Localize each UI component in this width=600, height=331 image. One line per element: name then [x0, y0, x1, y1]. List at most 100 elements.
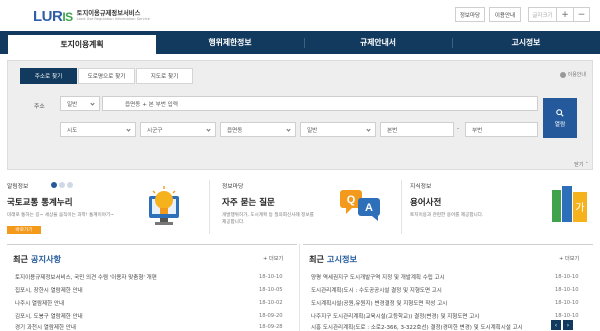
prev-arrow-icon[interactable]: ‹	[551, 320, 561, 330]
ri-select[interactable]: 일반	[300, 122, 376, 137]
card-divider	[401, 180, 402, 234]
notices-more-link[interactable]: + 더보기	[263, 255, 283, 262]
card-description: 미래로 통하는 길~ 세상을 움직이는 과학! 통계이야기~	[7, 213, 115, 218]
announcements-more-link[interactable]: + 더보기	[559, 255, 579, 262]
card-headline[interactable]: 국토교통 통계누리	[7, 196, 73, 208]
sigungu-select[interactable]: 시군구	[140, 122, 216, 137]
logo-wordmark: LURIS	[33, 7, 73, 25]
chevron-down-icon	[126, 127, 131, 132]
notice-row[interactable]: 나주시 열람제한 안내 18-10-02	[15, 298, 291, 308]
tab-land-use-plan[interactable]: 토지이용계획	[8, 33, 156, 54]
carousel-dot[interactable]	[59, 182, 65, 188]
card-description-line-1: 개발행위허가, 도시계획 등 질의회신사례 정보를	[222, 213, 314, 218]
address-input[interactable]: 읍면동 + 본 부번 입력	[102, 96, 538, 111]
info-cards: 알림정보 국토교통 통계누리 미래로 통하는 길~ 세상을 움직이는 과학! 통…	[7, 176, 593, 236]
chevron-down-icon	[286, 127, 291, 132]
bonbeon-input[interactable]: 본번	[380, 122, 454, 137]
announcement-row[interactable]: 도시계획시설(공원,유원지) 변경결정 및 지형도면 작성 고시 18-10-1…	[311, 298, 587, 308]
usage-guide-label: 이용안내	[567, 72, 586, 78]
notice-row[interactable]: 집포시, 장한시 열람제한 안내 18-10-05	[15, 285, 291, 295]
logo-subtitle: 토지이용규제정보서비스 Land Use Regulation Informat…	[77, 10, 150, 22]
address-input-placeholder: 읍면동 + 본 부번 입력	[125, 101, 178, 108]
card-description-line-2: 제공합니다.	[222, 220, 245, 225]
tab-search-by-road-name[interactable]: 도로명으로 찾기	[78, 68, 135, 84]
notice-date: 18-09-20	[259, 313, 283, 319]
announcement-title: 시흥 도시관리계획(도로 : 소로2-366, 3-322호선) 결정(경미한 …	[311, 325, 523, 331]
notices-title: 최근 공지사항	[13, 253, 61, 265]
luris-logo[interactable]: LURIS 토지이용규제정보서비스 Land Use Regulation In…	[33, 5, 150, 27]
address-type-select[interactable]: 일반	[60, 96, 100, 111]
search-button-label: 열람	[554, 121, 566, 128]
search-button[interactable]: 열람	[543, 98, 577, 138]
tab-search-by-map[interactable]: 지도로 찾기	[136, 68, 193, 84]
notice-row[interactable]: 토지이용규제정보서비스, 국민 의견 수렴 '이용자 맞춤형' 개편 18-10…	[15, 272, 291, 282]
search-usage-guide[interactable]: 이용안내	[559, 71, 586, 78]
announcement-row[interactable]: 양평 역세권지구 도시개발구역 지정 및 개발계획 수립 고시 18-10-10	[311, 272, 587, 282]
font-decrease-button[interactable]: −	[573, 7, 590, 22]
tab-regulation-guide[interactable]: 규제안내서	[304, 31, 452, 54]
main-tab-bar: 토지이용계획 행위제한정보 규제안내서 고시정보	[0, 31, 600, 54]
mypage-button[interactable]: 정보마당	[455, 7, 485, 22]
notice-row[interactable]: 경기 과천시 열람제한 안내 18-09-28	[15, 322, 291, 331]
notices-title-accent: 공지사항	[30, 254, 62, 264]
notice-row[interactable]: 김포시, 도봉구 열람제한 안내 18-09-20	[15, 311, 291, 321]
card-headline[interactable]: 자주 묻는 질문	[222, 196, 275, 208]
ri-value: 일반	[307, 127, 318, 134]
recent-notices: 최근 공지사항 + 더보기 토지이용규제정보서비스, 국민 의견 수렴 '이용자…	[7, 244, 297, 331]
bonbeon-placeholder: 본번	[387, 127, 398, 134]
announcement-date: 18-10-10	[555, 300, 579, 306]
announcement-title: 양평 역세권지구 도시개발구역 지정 및 개발계획 수립 고시	[311, 275, 445, 281]
card-divider	[209, 180, 210, 234]
notice-date: 18-10-05	[259, 287, 283, 293]
bubeon-input[interactable]: 부번	[465, 122, 538, 137]
card-description: 토지이용과 관련한 용어를 제공합니다.	[410, 213, 484, 218]
tab-notification-info[interactable]: 고시정보	[452, 31, 600, 54]
announcement-title: 나주지구 도시관리계획(교육시설(고등학교)) 결정(변경) 및 지형도면 고시	[311, 314, 480, 320]
usage-guide-button[interactable]: 이용안내	[489, 7, 521, 22]
address-search-panel: 주소로 찾기 도로명으로 찾기 지도로 찾기 이용안내	[7, 60, 593, 170]
fold-panel-toggle[interactable]: 닫기 ˄	[574, 161, 588, 169]
chevron-down-icon	[206, 127, 211, 132]
announcement-pager: ‹ ›	[551, 320, 573, 330]
announcement-title: 도시관리계획(도시 : 수도공공시설 결정 및 지형도면 고시	[311, 288, 442, 294]
notice-date: 18-10-02	[259, 300, 283, 306]
announcement-row[interactable]: 도시관리계획(도시 : 수도공공시설 결정 및 지형도면 고시 18-10-10	[311, 285, 587, 295]
announcement-row[interactable]: 나주지구 도시관리계획(교육시설(고등학교)) 결정(변경) 및 지형도면 고시…	[311, 311, 587, 321]
announcements-title-prefix: 최근	[309, 254, 327, 264]
announcement-row[interactable]: 시흥 도시관리계획(도로 : 소로2-366, 3-322호선) 결정(경미한 …	[311, 322, 541, 331]
notice-title: 토지이용규제정보서비스, 국민 의견 수렴 '이용자 맞춤형' 개편	[15, 275, 157, 281]
address-label: 주소	[34, 104, 45, 110]
svg-text:가: 가	[575, 202, 584, 214]
notice-date: 18-09-28	[259, 324, 283, 330]
tab-search-by-address[interactable]: 주소로 찾기	[20, 68, 77, 84]
notice-title: 김포시, 도봉구 열람제한 안내	[15, 314, 83, 320]
sido-select[interactable]: 시도	[60, 122, 136, 137]
carousel-dot[interactable]	[51, 182, 57, 188]
tab-act-restriction[interactable]: 행위제한정보	[156, 31, 304, 54]
font-increase-button[interactable]: +	[556, 7, 573, 22]
shortcut-button[interactable]: 바로가기	[7, 226, 41, 234]
chevron-down-icon	[90, 101, 95, 106]
announcement-date: 18-10-10	[555, 274, 579, 280]
font-size-label: 글자크기	[528, 7, 556, 22]
sido-value: 시도	[67, 127, 78, 134]
card-faq: 정보마당 자주 묻는 질문 개발행위허가, 도시계획 등 질의회신사례 정보를 …	[222, 176, 397, 236]
announcements-title: 최근 고시정보	[309, 253, 357, 265]
site-header: LURIS 토지이용규제정보서비스 Land Use Regulation In…	[0, 0, 600, 31]
card-title: 알림정보	[7, 184, 29, 190]
announcement-date: 18-10-10	[555, 287, 579, 293]
books-icon: 가	[552, 186, 587, 222]
notice-title: 경기 과천시 열람제한 안내	[15, 325, 76, 331]
lot-number-dash: -	[457, 125, 460, 132]
card-headline[interactable]: 용어사전	[410, 196, 441, 208]
search-icon	[556, 108, 564, 117]
next-arrow-icon[interactable]: ›	[563, 320, 573, 330]
bubeon-placeholder: 부번	[472, 127, 483, 134]
svg-text:A: A	[365, 202, 373, 214]
eupmyeondong-select[interactable]: 읍면동	[220, 122, 296, 137]
carousel-dot[interactable]	[67, 182, 73, 188]
notice-date: 18-10-10	[259, 274, 283, 280]
logo-title: 토지이용규제정보서비스	[76, 10, 141, 17]
logo-english: Land Use Regulation Information Service	[76, 17, 150, 21]
card-dictionary: 지식정보 용어사전 토지이용과 관련한 용어를 제공합니다. 가	[410, 176, 593, 236]
